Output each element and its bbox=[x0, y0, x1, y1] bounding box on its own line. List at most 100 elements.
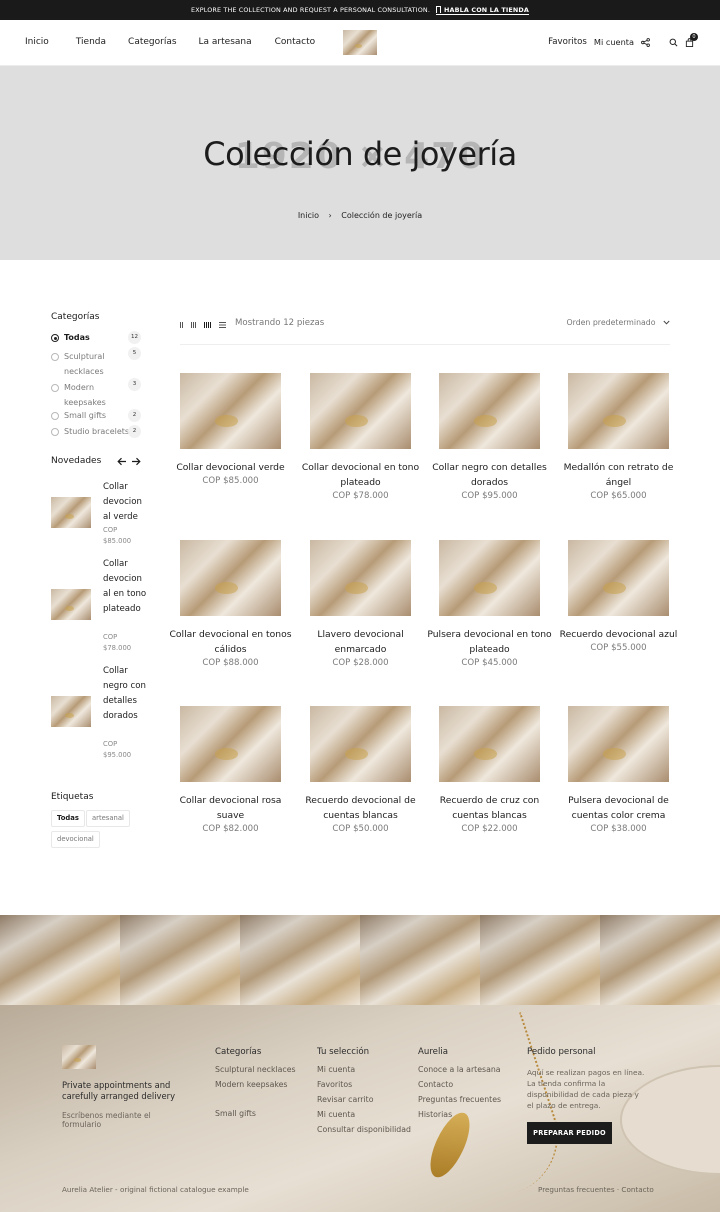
product-image[interactable] bbox=[180, 540, 281, 616]
new-item-title[interactable]: Collar devocion al verde bbox=[103, 480, 147, 525]
share-icon[interactable] bbox=[641, 37, 650, 47]
page-title: Colección de joyería bbox=[203, 135, 517, 173]
results-count: Mostrando 12 piezas bbox=[235, 318, 325, 328]
site-footer: Private appointments and carefully arran… bbox=[0, 1005, 720, 1212]
footer-link[interactable]: Preguntas frecuentes bbox=[418, 1095, 501, 1104]
category-count: 12 bbox=[128, 331, 141, 344]
footer-brand-sub: Escríbenos mediante el formulario bbox=[62, 1111, 151, 1129]
footer-link[interactable]: Conoce a la artesana bbox=[418, 1065, 501, 1074]
chevron-down-icon bbox=[663, 320, 670, 325]
breadcrumb-separator: › bbox=[328, 211, 332, 220]
prepare-order-button[interactable]: PREPARAR PEDIDO bbox=[527, 1122, 612, 1144]
tag-todas[interactable]: Todas bbox=[51, 810, 85, 827]
product-title[interactable]: Recuerdo devocional azul bbox=[554, 627, 684, 642]
cart-button[interactable]: 0 bbox=[685, 32, 698, 47]
footer-link[interactable]: Sculptural necklaces bbox=[215, 1065, 296, 1074]
tags-heading: Etiquetas bbox=[51, 792, 94, 802]
product-title[interactable]: Collar devocional en tonos cálidos bbox=[166, 627, 296, 657]
product-title[interactable]: Recuerdo devocional de cuentas blancas bbox=[296, 793, 426, 823]
product-title[interactable]: Llavero devocional enmarcado bbox=[296, 627, 426, 657]
list-view-icon[interactable] bbox=[219, 322, 226, 328]
contact-store-link[interactable]: HABLA CON LA TIENDA bbox=[436, 6, 529, 15]
new-item-price: COP $95.000 bbox=[103, 740, 132, 759]
view-4-columns-icon[interactable] bbox=[204, 322, 211, 328]
nav-contacto[interactable]: Contacto bbox=[275, 37, 316, 47]
product-image[interactable] bbox=[568, 540, 669, 616]
nav-inicio[interactable]: Inicio bbox=[25, 37, 49, 47]
nav-categorias[interactable]: Categorías bbox=[128, 37, 177, 47]
footer-link[interactable]: Modern keepsakes bbox=[215, 1080, 287, 1089]
view-2-columns-icon[interactable] bbox=[180, 322, 183, 328]
product-title[interactable]: Collar negro con detalles dorados bbox=[425, 460, 555, 490]
product-price: COP $22.000 bbox=[461, 824, 518, 834]
tag-devocional[interactable]: devocional bbox=[51, 831, 100, 848]
category-count: 2 bbox=[128, 425, 141, 438]
product-image[interactable] bbox=[180, 373, 281, 449]
product-price: COP $28.000 bbox=[332, 658, 389, 668]
search-icon[interactable] bbox=[669, 38, 678, 47]
new-item-thumbnail[interactable] bbox=[51, 497, 91, 528]
new-item-thumbnail[interactable] bbox=[51, 696, 91, 727]
arrow-right-icon[interactable] bbox=[131, 457, 141, 466]
new-item-price: COP $78.000 bbox=[103, 633, 132, 652]
gallery-image[interactable] bbox=[240, 915, 360, 1005]
footer-link[interactable]: Small gifts bbox=[215, 1109, 256, 1118]
gallery-image[interactable] bbox=[480, 915, 600, 1005]
favorites-link[interactable]: Favoritos bbox=[548, 37, 587, 47]
cart-count-badge: 0 bbox=[690, 32, 698, 41]
category-studio-bracelets[interactable]: Studio bracelets 2 bbox=[51, 425, 141, 438]
view-3-columns-icon[interactable] bbox=[191, 322, 196, 328]
product-image[interactable] bbox=[439, 373, 540, 449]
breadcrumb-home[interactable]: Inicio bbox=[298, 211, 319, 220]
footer-order-text: Aquí se realizan pagos en línea. La tien… bbox=[527, 1068, 645, 1110]
gallery-image[interactable] bbox=[600, 915, 720, 1005]
tag-artesanal[interactable]: artesanal bbox=[86, 810, 130, 827]
footer-logo[interactable] bbox=[62, 1045, 96, 1069]
product-image[interactable] bbox=[310, 540, 411, 616]
nav-tienda[interactable]: Tienda bbox=[76, 37, 106, 47]
footer-link[interactable]: Contacto bbox=[418, 1080, 453, 1089]
footer-link[interactable]: Revisar carrito bbox=[317, 1095, 374, 1104]
category-small-gifts[interactable]: Small gifts 2 bbox=[51, 409, 141, 422]
footer-link[interactable]: Mi cuenta bbox=[317, 1065, 355, 1074]
gallery-image[interactable] bbox=[120, 915, 240, 1005]
footer-link[interactable]: Favoritos bbox=[317, 1080, 352, 1089]
gallery-image[interactable] bbox=[360, 915, 480, 1005]
site-logo[interactable] bbox=[343, 30, 377, 55]
product-image[interactable] bbox=[310, 706, 411, 782]
sort-select[interactable]: Orden predeterminado bbox=[566, 318, 670, 327]
account-link[interactable]: Mi cuenta bbox=[594, 37, 634, 47]
new-item-title[interactable]: Collar devocion al en tono plateado bbox=[103, 557, 147, 617]
product-title[interactable]: Recuerdo de cruz con cuentas blancas bbox=[425, 793, 555, 823]
product-image[interactable] bbox=[310, 373, 411, 449]
product-image[interactable] bbox=[568, 706, 669, 782]
footer-link[interactable]: Consultar disponibilidad bbox=[317, 1125, 411, 1134]
gallery-image[interactable] bbox=[0, 915, 120, 1005]
product-title[interactable]: Pulsera devocional de cuentas color crem… bbox=[554, 793, 684, 823]
footer-link[interactable]: Mi cuenta bbox=[317, 1110, 355, 1119]
product-price: COP $78.000 bbox=[332, 491, 389, 501]
arrow-left-icon[interactable] bbox=[117, 457, 127, 466]
product-title[interactable]: Medallón con retrato de ángel bbox=[554, 460, 684, 490]
radio bbox=[51, 412, 59, 420]
product-image[interactable] bbox=[568, 373, 669, 449]
category-count: 3 bbox=[128, 378, 141, 391]
product-price: COP $55.000 bbox=[590, 643, 647, 653]
radio bbox=[51, 353, 59, 361]
nav-la-artesana[interactable]: La artesana bbox=[199, 37, 252, 47]
category-todas[interactable]: Todas 12 bbox=[51, 331, 141, 344]
footer-bottom-links[interactable]: Preguntas frecuentes · Contacto bbox=[538, 1185, 654, 1194]
new-item-title[interactable]: Collar negro con detalles dorados bbox=[103, 664, 147, 724]
category-sculptural-necklaces[interactable]: Sculptural necklaces 5 bbox=[51, 347, 141, 379]
product-image[interactable] bbox=[180, 706, 281, 782]
category-modern-keepsakes[interactable]: Modern keepsakes 3 bbox=[51, 378, 141, 410]
new-item-thumbnail[interactable] bbox=[51, 589, 91, 620]
product-image[interactable] bbox=[439, 706, 540, 782]
footer-link[interactable]: Historias bbox=[418, 1110, 452, 1119]
product-image[interactable] bbox=[439, 540, 540, 616]
product-title[interactable]: Pulsera devocional en tono plateado bbox=[425, 627, 555, 657]
product-title[interactable]: Collar devocional rosa suave bbox=[166, 793, 296, 823]
product-title[interactable]: Collar devocional verde bbox=[166, 460, 296, 475]
product-price: COP $45.000 bbox=[461, 658, 518, 668]
product-title[interactable]: Collar devocional en tono plateado bbox=[296, 460, 426, 490]
